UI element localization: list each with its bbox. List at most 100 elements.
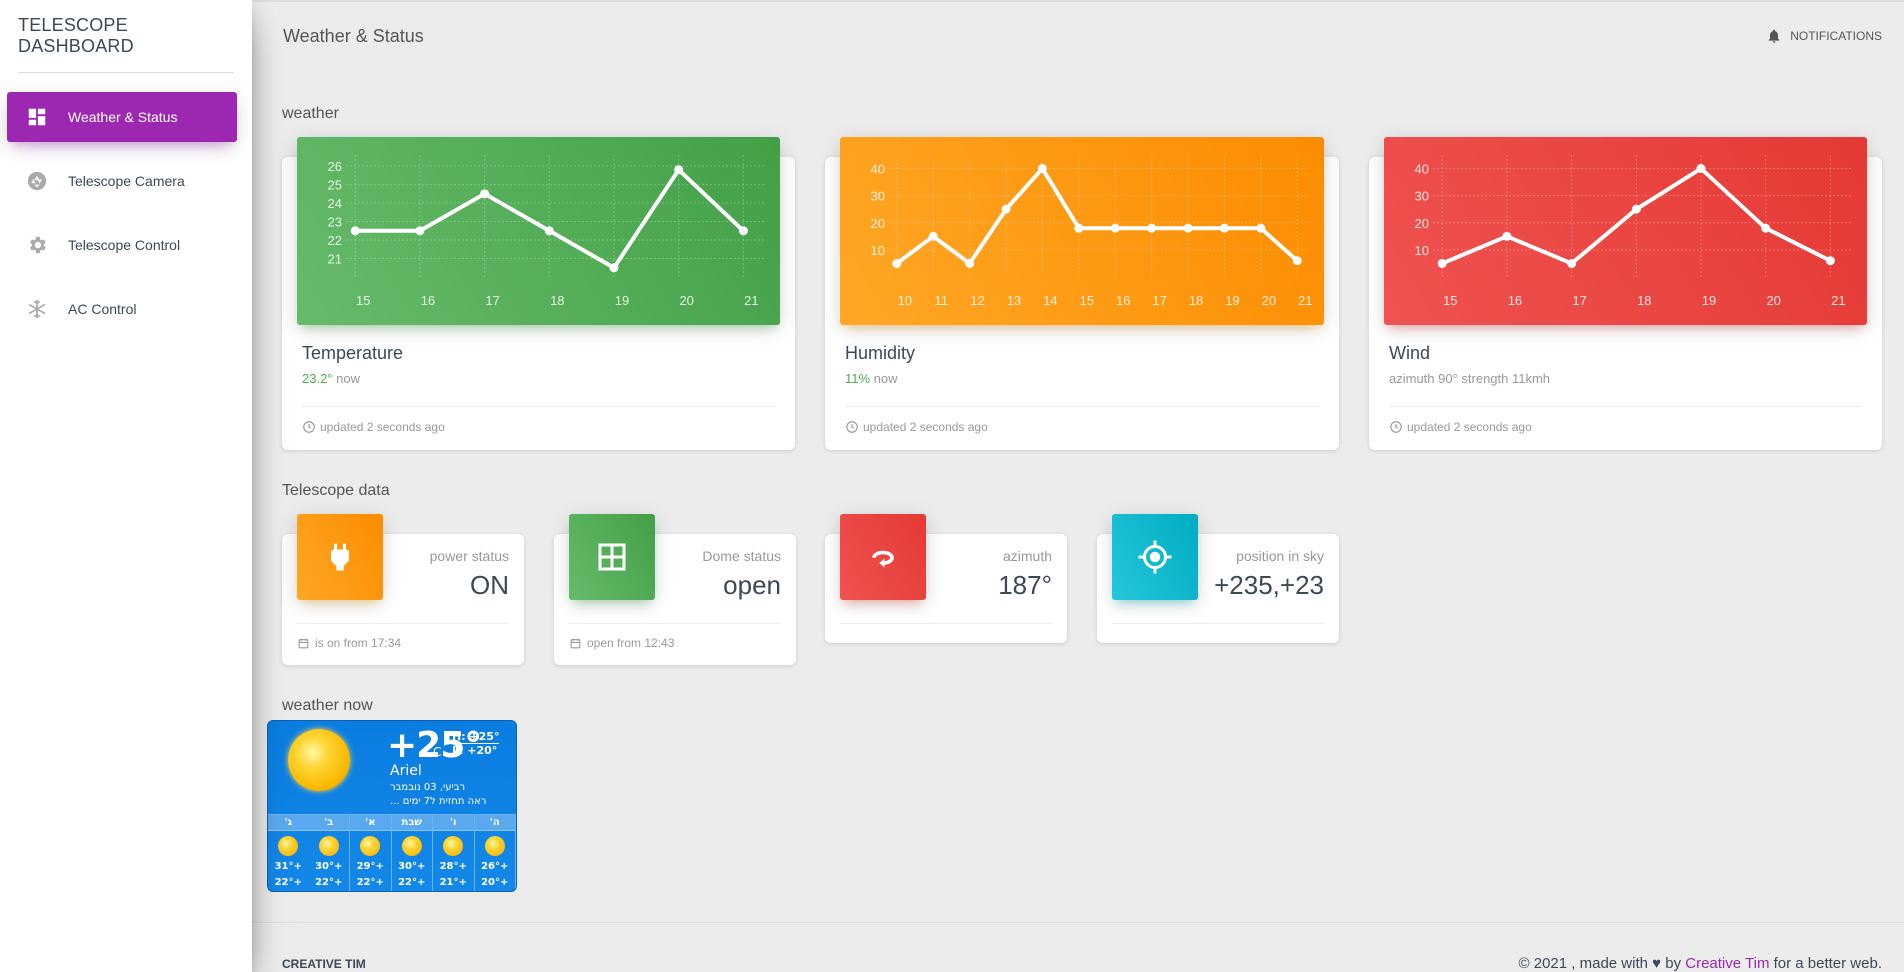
x-tick-label: 16 [1508, 293, 1522, 308]
plug-icon [297, 514, 383, 600]
sidebar-item-label: Weather & Status [68, 109, 178, 125]
data-point [674, 165, 684, 175]
day-high: +28° [439, 861, 467, 872]
day-name: ו' [433, 815, 474, 831]
dome-status-card: Dome status open open from 12:43 [554, 514, 796, 665]
data-point [1825, 256, 1835, 266]
day-low: +22° [274, 877, 302, 888]
notifications-button[interactable]: NOTIFICATIONS [1766, 28, 1882, 44]
stat-category: Dome status [702, 548, 781, 564]
high-low: H: +25° L: +20° [452, 730, 500, 757]
temperature-chart-svg: 21 22 23 24 25 26 15 16 17 18 19 20 21 [328, 155, 766, 308]
sidebar-item-weather-status[interactable]: Weather & Status [7, 92, 237, 142]
footer-brand-link[interactable]: CREATIVE TIM [282, 957, 366, 971]
card-suffix: now [870, 371, 898, 386]
data-point [1037, 164, 1047, 174]
sidebar-item-label: Telescope Camera [68, 173, 185, 189]
data-point [1219, 223, 1229, 233]
sun-icon [360, 836, 381, 856]
data-point [928, 231, 938, 241]
data-point [1256, 223, 1266, 233]
card-footer-text: updated 2 seconds ago [1407, 420, 1532, 434]
stat-footer-text: open from 12:43 [587, 636, 675, 650]
day-low: +21° [439, 877, 467, 888]
sun-icon [401, 836, 422, 856]
temperature-card: 21 22 23 24 25 26 15 16 17 18 19 20 21 Temperature 2… [282, 137, 795, 450]
snowflake-icon [26, 298, 48, 320]
data-point [1567, 258, 1577, 268]
forecast-day: ג' +31° +22° [268, 815, 309, 891]
calendar-icon [298, 638, 309, 648]
data-point [1110, 223, 1120, 233]
stat-category: azimuth [1002, 548, 1052, 564]
clock-icon [303, 421, 315, 433]
x-tick-label: 18 [1189, 293, 1203, 308]
temperature-chart: 21 22 23 24 25 26 15 16 17 18 19 20 21 [297, 137, 780, 325]
card-title: Temperature [302, 343, 404, 363]
card-title: Humidity [845, 343, 916, 363]
forecast-day: ו' +28° +21° [433, 815, 475, 891]
card-category: 11% now [845, 371, 898, 386]
high-temp: H: +25° [452, 730, 500, 744]
sidebar-item-ac-control[interactable]: AC Control [7, 284, 237, 334]
widget-date: רביעי, 03 נובמבר [390, 782, 466, 793]
data-point [1631, 204, 1641, 214]
forecast-link[interactable]: ראה תחזית ל7 ימים ... [390, 796, 486, 807]
x-tick-label: 21 [1831, 293, 1845, 308]
sidebar-item-label: Telescope Control [68, 237, 181, 253]
x-tick-label: 19 [1225, 293, 1239, 308]
y-tick-label: 20 [871, 216, 885, 231]
x-tick-label: 17 [1152, 293, 1166, 308]
stat-value: open [723, 570, 781, 600]
day-name: ה' [474, 815, 515, 831]
temperature-value: 23.2° [302, 371, 333, 386]
x-tick-label: 21 [1298, 293, 1312, 308]
card-suffix: now [332, 371, 360, 386]
sidebar-item-telescope-control[interactable]: Telescope Control [7, 220, 237, 270]
x-tick-label: 12 [970, 293, 984, 308]
day-high: +26° [481, 861, 509, 872]
forecast-grid: ה' +26° +20° ו' +28° +21° שבת +30° +22° א' +29°… [268, 814, 516, 891]
weather-widget[interactable]: +25° C H: +25° L: +20° Ariel רביעי, 03 נ… [267, 720, 517, 892]
x-tick-label: 17 [1572, 293, 1586, 308]
y-tick-label: 23 [328, 215, 342, 230]
x-tick-label: 16 [421, 293, 435, 308]
data-point [1696, 164, 1706, 174]
y-tick-label: 30 [1415, 189, 1429, 204]
brand-title[interactable]: TELESCOPE DASHBOARD [18, 0, 234, 73]
sidebar-item-telescope-camera[interactable]: Telescope Camera [7, 156, 237, 206]
data-point [1292, 256, 1302, 266]
y-tick-label: 40 [871, 162, 885, 177]
position-card: position in sky +235,+23 [1097, 514, 1339, 643]
x-tick-label: 16 [1116, 293, 1130, 308]
stat-footer [1112, 623, 1324, 636]
day-high: +29° [356, 861, 384, 872]
series-line [895, 166, 1299, 266]
heart-icon: ♥ [1652, 955, 1662, 972]
stat-value: ON [470, 570, 509, 600]
sidebar-item-label: AC Control [68, 301, 137, 317]
card-footer-text: updated 2 seconds ago [320, 420, 445, 434]
y-tick-label: 40 [1415, 162, 1429, 177]
y-tick-label: 20 [1415, 216, 1429, 231]
wind-card: 10 20 30 40 15 16 17 18 19 20 21 Wind azimuth 90° … [1369, 137, 1882, 450]
stat-category: position in sky [1236, 548, 1324, 564]
sun-icon [288, 729, 350, 791]
y-tick-label: 10 [871, 243, 885, 258]
data-point [609, 263, 619, 273]
section-title-telescope: Telescope data [282, 482, 390, 499]
humidity-card: 10 20 30 40 10 11 12 13 14 15 16 17 18 19 20 21 Humidit… [825, 137, 1339, 450]
creative-tim-link[interactable]: Creative Tim [1685, 955, 1769, 972]
bell-icon [1768, 29, 1780, 43]
x-tick-label: 10 [898, 293, 912, 308]
data-point [1001, 204, 1011, 214]
data-point [892, 258, 902, 268]
card-title: Wind [1389, 343, 1431, 363]
card-category: 23.2° now [302, 371, 360, 386]
data-point [1147, 223, 1157, 233]
stat-footer: open from 12:43 [569, 623, 781, 650]
x-tick-label: 21 [744, 293, 758, 308]
day-low: +22° [398, 877, 426, 888]
y-tick-label: 26 [328, 159, 342, 174]
footer-divider [252, 922, 1904, 923]
